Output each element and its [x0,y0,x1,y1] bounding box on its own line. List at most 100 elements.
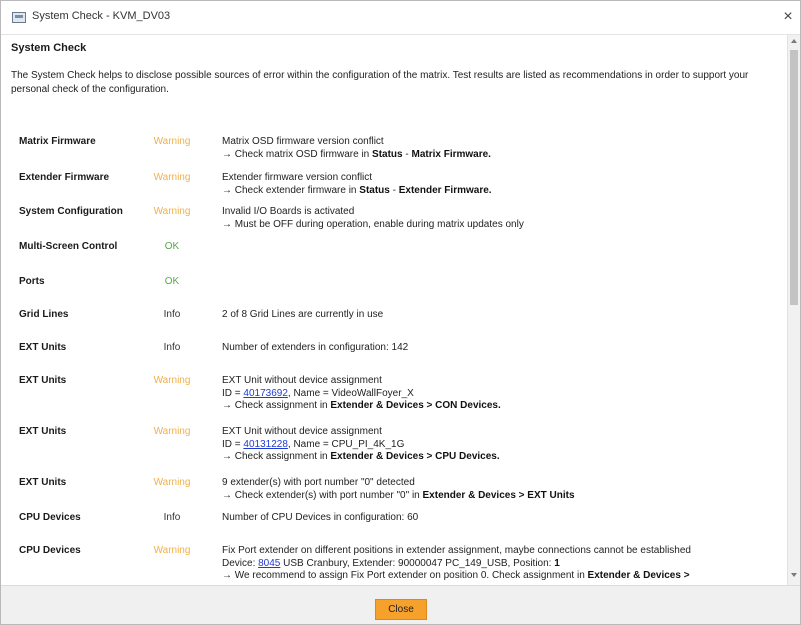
message-line: Invalid I/O Boards is activated [222,206,782,219]
window-title: System Check - KVM_DV03 [32,10,171,22]
message-text: → Check extender firmware in [222,184,360,196]
status-label: Warning [153,375,191,386]
device-id-link[interactable]: 40173692 [243,388,288,399]
result-message: Number of CPU Devices in configuration: … [222,512,782,525]
title-bar: System Check - KVM_DV03 × [1,1,800,35]
message-line: → Check extender firmware in Status - Ex… [222,185,782,198]
result-message: EXT Unit without device assignment ID = 4… [222,426,782,464]
message-line: → Check assignment in Extender & Devices… [222,400,782,413]
message-line: ID = 40173692, Name = VideoWallFoyer_X [222,388,782,401]
message-line: Number of extenders in configuration: 14… [222,342,782,355]
message-text: ID = [222,387,244,399]
message-text: Number of extenders in configuration: 14… [222,342,409,353]
check-category: Matrix Firmware [19,136,96,147]
message-line: Fix Port extender on different positions… [222,545,782,558]
scroll-up-arrow-icon[interactable] [791,39,797,43]
check-category: CPU Devices [19,512,81,523]
dialog-footer: Close [1,585,800,624]
message-text: EXT Unit without device assignment [222,426,382,437]
menu-path-text: Extender Firmware. [398,184,492,196]
message-line: → Check extender(s) with port number "0"… [222,490,782,503]
message-text: → Check extender(s) with port number "0"… [222,489,423,501]
message-line: → Check assignment in Extender & Devices… [222,451,782,464]
device-id-link[interactable]: 8045 [258,558,280,569]
status-label: Info [163,512,181,523]
menu-path-text: Extender & Devices > EXT Units [422,489,575,501]
result-message: Matrix OSD firmware version conflict → Ch… [222,136,782,161]
message-text: ID = [222,438,244,450]
result-message: Fix Port extender on different positions… [222,545,782,583]
close-icon[interactable]: × [777,6,799,28]
close-button[interactable]: Close [375,599,427,620]
status-label: Warning [153,545,191,556]
check-category: CPU Devices [19,545,81,556]
message-line: 9 extender(s) with port number "0" detec… [222,477,782,490]
menu-path-text: Status [372,148,403,160]
menu-path-text: Extender & Devices > CON Devices. [330,400,501,411]
app-window-icon [12,12,26,23]
message-text: → Check assignment in [222,451,331,462]
check-category: EXT Units [19,375,67,386]
message-line: 2 of 8 Grid Lines are currently in use [222,309,782,322]
check-category: EXT Units [19,477,67,488]
check-category: EXT Units [19,426,67,437]
check-category: Multi-Screen Control [19,241,118,252]
message-line: EXT Unit without device assignment [222,426,782,439]
device-id-link[interactable]: 40131228 [243,439,288,450]
status-label: Warning [153,172,191,183]
message-text: EXT Unit without device assignment [222,375,382,386]
check-category: Ports [19,276,45,287]
message-line: Number of CPU Devices in configuration: … [222,512,782,525]
system-check-dialog: System Check - KVM_DV03 × System Check T… [0,0,801,625]
page-title: System Check [11,42,87,54]
message-text: - [389,184,399,196]
message-text: , Name = CPU_PI_4K_1G [287,438,405,450]
check-results-panel[interactable]: System Check The System Check helps to d… [1,35,787,585]
result-message: 9 extender(s) with port number "0" detec… [222,477,782,502]
message-line: EXT Unit without device assignment [222,375,782,388]
menu-path-text: Status [359,184,390,196]
result-message: Number of extenders in configuration: 14… [222,342,782,355]
scroll-down-arrow-icon[interactable] [791,573,797,577]
message-line: Matrix OSD firmware version conflict [222,136,782,149]
message-text: → Check assignment in [222,400,331,411]
result-message: Extender firmware version conflict → Chec… [222,172,782,197]
message-line: Device: 8045 USB Cranbury, Extender: 900… [222,558,782,571]
status-label: Warning [153,426,191,437]
message-text: Extender firmware version conflict [222,172,373,183]
menu-path-text: Extender & Devices > [587,570,690,581]
status-label: Warning [153,206,191,217]
message-text: → Check matrix OSD firmware in [222,148,373,160]
message-text: USB Cranbury, Extender: 90000047 PC_149_… [280,557,555,569]
menu-path-text: Extender & Devices > CPU Devices. [330,451,500,462]
check-category: EXT Units [19,342,67,353]
message-text: Fix Port extender on different positions… [222,545,691,556]
message-line: ID = 40131228, Name = CPU_PI_4K_1G [222,439,782,452]
status-label: OK [164,241,180,252]
vertical-scrollbar[interactable] [787,35,800,585]
result-message: Invalid I/O Boards is activated → Must be… [222,206,782,231]
status-label: Warning [153,477,191,488]
intro-text: The System Check helps to disclose possi… [11,70,749,95]
result-message: EXT Unit without device assignment ID = 4… [222,375,782,413]
message-text: 9 extender(s) with port number "0" detec… [222,477,415,488]
message-text: Number of CPU Devices in configuration: … [222,512,419,523]
message-text: , Name = VideoWallFoyer_X [287,387,414,399]
message-line: Extender firmware version conflict [222,172,782,185]
message-text: → We recommend to assign Fix Port extend… [222,570,588,581]
menu-path-text: 1 [554,557,560,569]
status-label: Warning [153,136,191,147]
result-message: 2 of 8 Grid Lines are currently in use [222,309,782,322]
message-text: 2 of 8 Grid Lines are currently in use [222,309,384,320]
check-category: Grid Lines [19,309,69,320]
scrollbar-thumb[interactable] [790,50,798,305]
check-category: System Configuration [19,206,123,217]
message-text: Matrix OSD firmware version conflict [222,136,384,147]
menu-path-text: Matrix Firmware. [411,148,491,160]
message-text: → Must be OFF during operation, enable d… [222,218,524,230]
message-text: Device: [222,557,259,569]
status-label: Info [163,342,181,353]
message-line: → We recommend to assign Fix Port extend… [222,570,782,583]
message-line: → Check matrix OSD firmware in Status - … [222,149,782,162]
message-line: → Must be OFF during operation, enable d… [222,219,782,232]
